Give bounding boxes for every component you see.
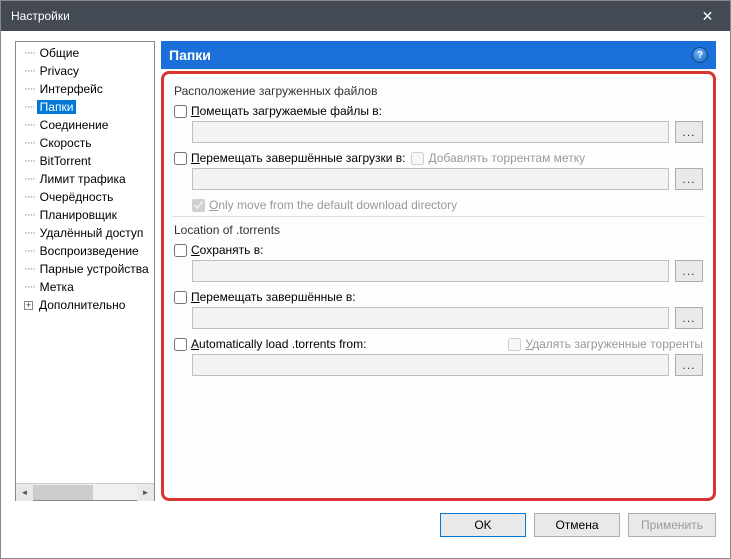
- help-icon[interactable]: ?: [692, 47, 708, 63]
- tree-branch-icon: ····: [24, 65, 35, 77]
- delete-loaded-checkbox: [508, 338, 521, 351]
- page-header: Папки ?: [161, 41, 716, 69]
- append-label-checkbox: [411, 152, 424, 165]
- group-separator: [172, 216, 705, 217]
- autoload-torrents-checkbox[interactable]: [174, 338, 187, 351]
- tree-item-label: Общие: [37, 46, 82, 60]
- tree-item-label: Очерёдность: [37, 190, 117, 204]
- group-download-location-title: Расположение загруженных файлов: [174, 84, 703, 98]
- tree-branch-icon: ····: [24, 137, 35, 149]
- autoload-torrents-label: Automatically load .torrents from:: [191, 337, 366, 351]
- tree-item-label: Скорость: [37, 136, 95, 150]
- move-torrents-label: Перемещать завершённые в:: [191, 290, 356, 304]
- tree-item-label: Privacy: [37, 64, 82, 78]
- delete-loaded-label: Удалять загруженные торренты: [525, 337, 703, 351]
- tree-item[interactable]: ····Общие: [18, 44, 154, 62]
- category-tree: ····Общие····Privacy····Интерфейс····Пап…: [15, 41, 155, 501]
- close-icon: ✕: [702, 8, 714, 25]
- tree-item[interactable]: ····Соединение: [18, 116, 154, 134]
- titlebar: Настройки ✕: [1, 1, 730, 31]
- scroll-thumb[interactable]: [33, 485, 93, 500]
- ok-button[interactable]: OK: [440, 513, 526, 537]
- tree-item[interactable]: ····Лимит трафика: [18, 170, 154, 188]
- folders-settings-panel: Расположение загруженных файлов Помещать…: [161, 71, 716, 501]
- tree-item[interactable]: +Дополнительно: [18, 296, 154, 314]
- group-torrents-location-title: Location of .torrents: [174, 223, 703, 237]
- tree-item-label: Интерфейс: [37, 82, 106, 96]
- only-move-default-label: Only move from the default download dire…: [209, 198, 457, 212]
- page-title: Папки: [169, 47, 211, 63]
- put-downloads-browse-button[interactable]: ...: [675, 121, 703, 143]
- tree-item-label: Метка: [37, 280, 77, 294]
- tree-item[interactable]: ····Воспроизведение: [18, 242, 154, 260]
- tree-item-label: Лимит трафика: [37, 172, 129, 186]
- save-torrents-browse-button[interactable]: ...: [675, 260, 703, 282]
- tree-branch-icon: ····: [24, 191, 35, 203]
- save-torrents-path-input[interactable]: [192, 260, 669, 282]
- tree-branch-icon: ····: [24, 101, 35, 113]
- scroll-left-arrow-icon[interactable]: ◄: [16, 484, 33, 501]
- tree-item[interactable]: ····Скорость: [18, 134, 154, 152]
- tree-item-label: Удалённый доступ: [37, 226, 147, 240]
- only-move-default-checkbox: [192, 199, 205, 212]
- tree-item[interactable]: ····Очерёдность: [18, 188, 154, 206]
- save-torrents-checkbox[interactable]: [174, 244, 187, 257]
- close-button[interactable]: ✕: [685, 1, 730, 31]
- tree-item[interactable]: ····Парные устройства: [18, 260, 154, 278]
- tree-item[interactable]: ····BitTorrent: [18, 152, 154, 170]
- tree-item-label: Дополнительно: [36, 298, 128, 312]
- tree-branch-icon: ····: [24, 47, 35, 59]
- tree-item-label: Парные устройства: [37, 262, 152, 276]
- move-torrents-checkbox[interactable]: [174, 291, 187, 304]
- tree-branch-icon: ····: [24, 119, 35, 131]
- tree-branch-icon: ····: [24, 245, 35, 257]
- autoload-torrents-browse-button[interactable]: ...: [675, 354, 703, 376]
- tree-item-label: BitTorrent: [37, 154, 94, 168]
- tree-item[interactable]: ····Планировщик: [18, 206, 154, 224]
- scroll-right-arrow-icon[interactable]: ►: [137, 484, 154, 501]
- tree-branch-icon: ····: [24, 155, 35, 167]
- tree-branch-icon: ····: [24, 83, 35, 95]
- move-torrents-browse-button[interactable]: ...: [675, 307, 703, 329]
- tree-item[interactable]: ····Папки: [18, 98, 154, 116]
- cancel-button[interactable]: Отмена: [534, 513, 620, 537]
- move-completed-label: Перемещать завершённые загрузки в:: [191, 151, 405, 165]
- move-torrents-path-input[interactable]: [192, 307, 669, 329]
- move-completed-browse-button[interactable]: ...: [675, 168, 703, 190]
- tree-branch-icon: ····: [24, 281, 35, 293]
- tree-branch-icon: ····: [24, 227, 35, 239]
- tree-item[interactable]: ····Интерфейс: [18, 80, 154, 98]
- tree-branch-icon: ····: [24, 173, 35, 185]
- tree-item[interactable]: ····Privacy: [18, 62, 154, 80]
- tree-horizontal-scrollbar[interactable]: ◄ ►: [16, 483, 154, 500]
- tree-expand-icon[interactable]: +: [24, 301, 33, 310]
- put-downloads-checkbox[interactable]: [174, 105, 187, 118]
- tree-item-label: Соединение: [37, 118, 112, 132]
- tree-branch-icon: ····: [24, 209, 35, 221]
- put-downloads-label: Помещать загружаемые файлы в:: [191, 104, 382, 118]
- tree-item-label: Папки: [37, 100, 77, 114]
- tree-item[interactable]: ····Метка: [18, 278, 154, 296]
- autoload-torrents-path-input[interactable]: [192, 354, 669, 376]
- move-completed-path-input[interactable]: [192, 168, 669, 190]
- put-downloads-path-input[interactable]: [192, 121, 669, 143]
- apply-button[interactable]: Применить: [628, 513, 716, 537]
- tree-branch-icon: ····: [24, 263, 35, 275]
- append-label-label: Добавлять торрентам метку: [428, 151, 585, 165]
- tree-item[interactable]: ····Удалённый доступ: [18, 224, 154, 242]
- save-torrents-label: Сохранять в:: [191, 243, 263, 257]
- window-title: Настройки: [11, 9, 70, 23]
- dialog-button-bar: OK Отмена Применить: [15, 513, 716, 537]
- tree-item-label: Планировщик: [37, 208, 120, 222]
- tree-item-label: Воспроизведение: [37, 244, 142, 258]
- move-completed-checkbox[interactable]: [174, 152, 187, 165]
